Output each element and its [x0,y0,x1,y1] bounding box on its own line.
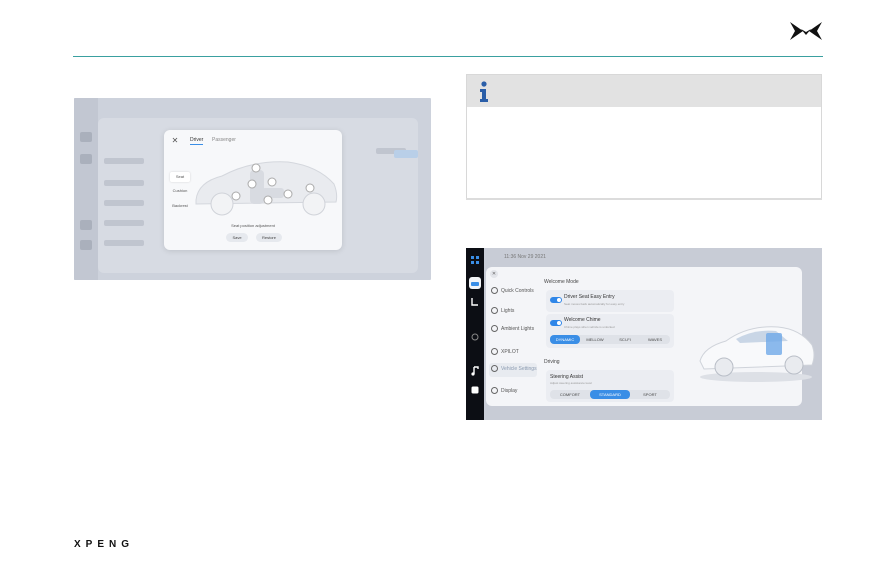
status-time: 11:36 Nov 29 2021 [504,254,546,260]
info-icon [480,81,488,102]
chime-option-mellow[interactable]: MELLOW [580,335,610,344]
seat-icon [80,154,92,164]
option-backrest[interactable]: Backrest [170,201,190,211]
home-icon [491,287,498,294]
nav-display[interactable]: Display [491,387,517,394]
header-rule [73,56,823,57]
status-bar: 11:36 Nov 29 2021 [484,248,822,266]
steering-assist-sub: Adjust steering assistance level [550,381,592,385]
driver-seat-sub: Seat moves back automatically for easy e… [564,302,625,306]
app-rail [466,248,484,420]
driver-seat-card: Driver Seat Easy Entry Seat moves back a… [546,290,674,312]
restore-button[interactable]: Restore [256,233,282,242]
ambient-light-icon [491,325,498,332]
steering-assist-card: Steering Assist Adjust steering assistan… [546,370,674,402]
chime-option-sci-fi[interactable]: SCI-FI [610,335,640,344]
tab-passenger[interactable]: Passenger [212,137,236,143]
music-icon [80,220,92,230]
welcome-mode-heading: Welcome Mode [544,279,579,285]
steering-assist-label: Steering Assist [550,374,584,380]
vehicle-settings-screenshot: 11:36 Nov 29 2021 ✕ Quick Controls Light… [466,248,822,420]
modal-caption: Seat position adjustment [231,223,275,228]
steering-option-comfort[interactable]: COMFORT [550,390,590,399]
option-cushion[interactable]: Cushion [170,186,190,196]
xpeng-wordmark: XPENG [74,539,135,550]
fan-icon[interactable] [469,331,481,343]
welcome-chime-toggle[interactable] [550,320,562,326]
info-note-header [467,75,821,107]
apps-icon[interactable] [469,254,481,266]
driving-heading: Driving [544,359,560,365]
driver-seat-toggle[interactable] [550,297,562,303]
tab-driver[interactable]: Driver [190,137,204,145]
nav-lights[interactable]: Lights [491,307,514,314]
driver-seat-label: Driver Seat Easy Entry [564,294,615,300]
option-seat[interactable]: Seat [170,172,190,182]
nav-vehicle-settings[interactable]: Vehicle Settings [491,365,537,372]
seat-icon[interactable] [469,296,481,308]
chime-selector: DYNAMIC MELLOW SCI-FI WAVES [550,335,670,344]
car-icon [80,132,92,142]
seat-adjust-modal: ✕ Driver Passenger Seat Cushion Backrest… [164,130,342,250]
nav-ambient-lights[interactable]: Ambient Lights [491,325,534,332]
car-icon[interactable] [469,277,481,289]
nav-quick-controls[interactable]: Quick Controls [491,287,534,294]
car-seat-diagram [195,161,338,216]
display-icon [491,387,498,394]
steering-icon [491,348,498,355]
close-icon[interactable]: ✕ [170,136,180,146]
car-render [699,326,815,382]
nav-xpilot[interactable]: XPILOT [491,348,519,355]
chime-option-dynamic[interactable]: DYNAMIC [550,335,580,344]
seat-adjust-screenshot: ✕ Driver Passenger Seat Cushion Backrest… [74,98,431,280]
close-icon[interactable]: ✕ [490,270,498,278]
save-button[interactable]: Save [226,233,248,242]
music-icon[interactable] [469,365,481,377]
screenshot-sidebar [74,98,98,280]
phone-icon[interactable] [469,384,481,396]
welcome-chime-label: Welcome Chime [564,317,601,323]
info-note-box [466,74,822,200]
steering-selector: COMFORT STANDARD SPORT [550,390,670,399]
chime-option-waves[interactable]: WAVES [640,335,670,344]
xpeng-logo-icon [790,22,822,40]
phone-icon [80,240,92,250]
steering-option-standard[interactable]: STANDARD [590,390,630,399]
welcome-chime-sub: Chime plays when vehicle is unlocked [564,325,615,329]
headlight-icon [491,307,498,314]
welcome-chime-card: Welcome Chime Chime plays when vehicle i… [546,314,674,348]
steering-option-sport[interactable]: SPORT [630,390,670,399]
car-settings-icon [491,365,498,372]
vehicle-settings-panel: ✕ Quick Controls Lights Ambient Lights X… [486,267,815,406]
